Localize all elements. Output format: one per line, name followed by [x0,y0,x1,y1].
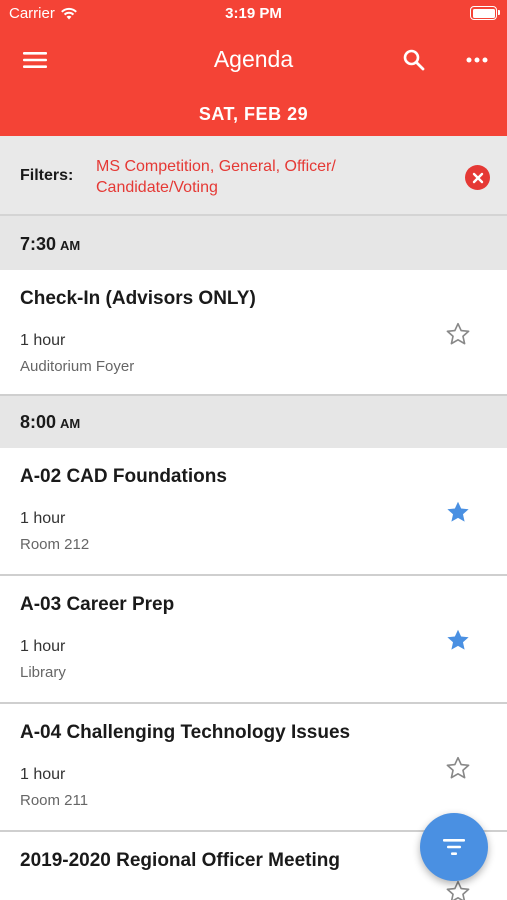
clear-filters-button[interactable] [465,165,490,190]
star-outline-icon [446,756,470,779]
session-title: A-02 CAD Foundations [20,466,227,487]
favorite-button[interactable] [444,878,472,900]
filters-value[interactable]: MS Competition, General, Officer/ Candid… [96,156,386,198]
search-button[interactable] [398,44,430,76]
star-filled-icon [447,501,469,522]
favorite-button[interactable] [444,498,472,526]
time-label: 7:30 [20,234,57,254]
time-header: 7:30 AM [0,218,507,270]
favorite-button[interactable] [444,626,472,654]
clear-circle-icon [472,172,483,183]
ampm-label: AM [60,238,81,253]
ampm-label: AM [60,416,81,431]
session-card[interactable]: A-03 Career Prep 1 hour Library [0,576,507,704]
session-location: Room 211 [20,792,89,809]
status-bar: Carrier 3:19 PM [0,0,507,28]
star-outline-icon [446,322,470,345]
menu-button[interactable] [20,46,50,74]
session-duration: 1 hour [20,510,66,527]
app-bar: Agenda [0,28,507,92]
more-options-button[interactable] [461,44,493,76]
star-filled-icon [447,629,469,650]
session-title: A-04 Challenging Technology Issues [20,722,351,743]
battery-icon [470,6,500,20]
session-title: 2019-2020 Regional Officer Meeting [20,850,340,871]
session-title: A-03 Career Prep [20,594,175,615]
filters-bar: Filters: MS Competition, General, Office… [0,136,507,216]
session-location: Auditorium Foyer [20,358,135,375]
session-location: Room 212 [20,536,90,553]
session-duration: 1 hour [20,332,66,349]
time-header: 8:00 AM [0,396,507,448]
hamburger-icon [23,52,47,68]
filters-label: Filters: [20,167,74,184]
session-location: Library [20,664,66,681]
session-card[interactable]: A-02 CAD Foundations 1 hour Room 212 [0,448,507,576]
clock: 3:19 PM [225,5,282,22]
date-header: SAT, FEB 29 [0,92,507,136]
search-icon [403,49,425,71]
favorite-button[interactable] [444,754,472,782]
session-duration: 1 hour [20,638,66,655]
session-card[interactable]: A-04 Challenging Technology Issues 1 hou… [0,704,507,832]
session-card[interactable]: Check-In (Advisors ONLY) 1 hour Auditori… [0,270,507,396]
session-title: Check-In (Advisors ONLY) [20,288,256,309]
more-horizontal-icon [466,57,488,63]
page-title: Agenda [213,46,294,72]
filter-fab-button[interactable] [420,813,488,881]
star-outline-icon [446,880,470,900]
session-duration: 1 hour [20,766,66,783]
filter-icon [443,839,465,855]
time-label: 8:00 [20,412,57,432]
favorite-button[interactable] [444,320,472,348]
